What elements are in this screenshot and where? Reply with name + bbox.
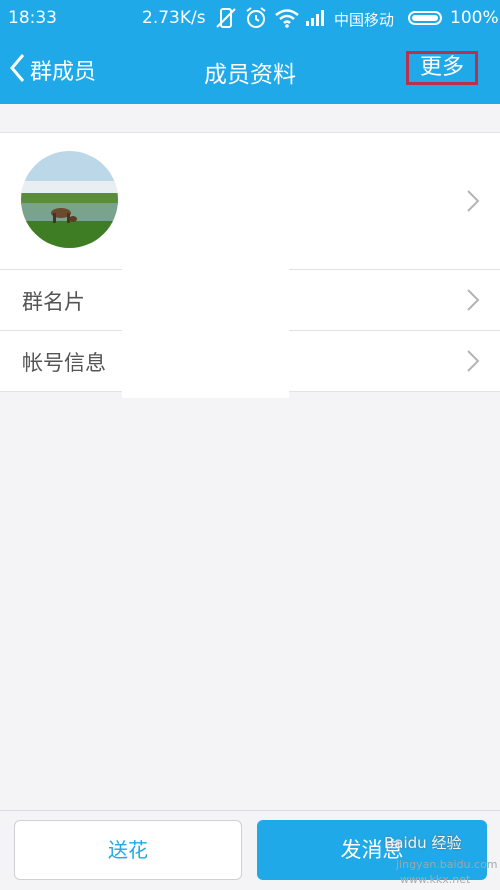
title-bar: 群成员 成员资料 更多 [0,36,500,104]
group-card-label: 群名片 [22,290,85,314]
chevron-right-icon [466,189,480,213]
battery-percent: 100% [450,8,499,28]
watermark-url: jingyan.baidu.com [396,858,498,871]
network-speed: 2.73K/s [142,8,206,28]
more-button[interactable]: 更多 [406,51,478,85]
account-info-label: 帐号信息 [22,351,106,375]
battery-level [412,15,438,21]
status-time: 18:33 [8,8,57,28]
battery-icon [408,11,442,25]
avatar[interactable] [21,151,118,248]
signal-icon [305,6,327,35]
watermark-brand: Baidu 经验 [384,834,462,852]
chevron-right-icon [466,288,480,312]
status-bar: 18:33 2.73K/s 中国移动 100% [0,0,500,36]
watermark-site: www.kkx.net [400,873,471,886]
send-flower-button[interactable]: 送花 [14,820,242,880]
redaction-mask [122,268,289,398]
vibrate-off-icon [214,6,238,35]
alarm-icon [244,6,268,35]
wifi-icon [274,6,300,35]
chevron-right-icon [466,349,480,373]
carrier-name: 中国移动 [334,11,395,29]
avatar-row[interactable] [0,133,500,270]
